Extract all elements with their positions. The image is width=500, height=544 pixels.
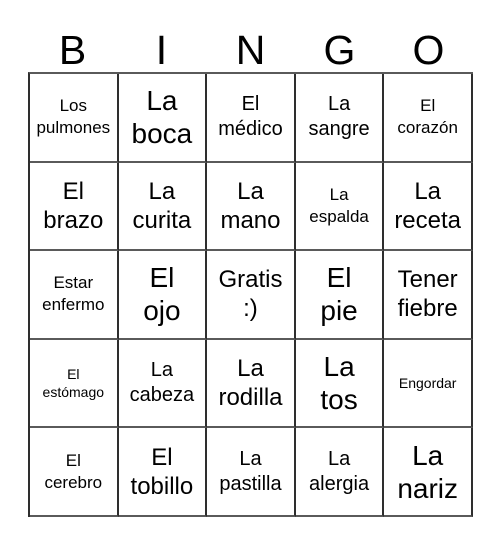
bingo-cell-line1: Estar bbox=[53, 273, 94, 293]
bingo-cell-line2: boca bbox=[131, 118, 193, 150]
bingo-cell-line1: La bbox=[148, 177, 176, 205]
bingo-cell-b3[interactable]: Estar enfermo bbox=[30, 251, 119, 340]
bingo-cell-g4[interactable]: La tos bbox=[295, 339, 385, 429]
bingo-cell-n1[interactable]: El médico bbox=[207, 74, 296, 163]
bingo-cell-line2: estómago bbox=[42, 384, 105, 401]
bingo-row: El cerebro El tobillo La pastilla La ale… bbox=[30, 428, 473, 517]
bingo-cell-line1: El bbox=[151, 443, 173, 471]
bingo-cell-line2: sangre bbox=[308, 118, 370, 141]
bingo-header-letter-b: B bbox=[58, 27, 87, 73]
bingo-cell-line2: rodilla bbox=[218, 384, 283, 412]
bingo-cell-b4[interactable]: El estómago bbox=[30, 339, 119, 429]
bingo-cell-line1: El bbox=[62, 177, 84, 205]
bingo-header-row: B I N G O bbox=[28, 20, 473, 72]
bingo-row: Los pulmones La boca El médico La sangre… bbox=[30, 74, 473, 163]
bingo-cell-b2[interactable]: El brazo bbox=[30, 162, 119, 252]
bingo-cell-line1: El bbox=[326, 262, 352, 294]
bingo-cell-line1: La bbox=[239, 447, 262, 470]
bingo-cell-line2: pulmones bbox=[36, 118, 111, 138]
bingo-cell-line1: La bbox=[237, 355, 264, 383]
bingo-cell-line2: brazo bbox=[43, 206, 104, 234]
bingo-cell-line1: El bbox=[65, 450, 81, 470]
bingo-cell-o5[interactable]: La nariz bbox=[384, 428, 473, 517]
bingo-cell-line1: La bbox=[237, 177, 264, 205]
bingo-cell-line2: tos bbox=[320, 384, 358, 416]
bingo-header-letter-g: G bbox=[323, 27, 356, 73]
bingo-cell-line1: La bbox=[146, 85, 178, 117]
bingo-row: Estar enfermo El ojo Gratis :) El pie Te… bbox=[30, 251, 473, 340]
bingo-cell-o4[interactable]: Engordar bbox=[384, 339, 473, 429]
bingo-cell-line1: Gratis bbox=[218, 266, 283, 294]
bingo-cell-b1[interactable]: Los pulmones bbox=[30, 74, 119, 163]
bingo-header-letter-i: I bbox=[155, 27, 168, 73]
bingo-cell-line2: fiebre bbox=[397, 295, 458, 323]
bingo-cell-line1: La bbox=[150, 359, 174, 382]
bingo-cell-n5[interactable]: La pastilla bbox=[207, 428, 296, 517]
bingo-cell-line2: alergia bbox=[309, 472, 370, 495]
bingo-cell-g5[interactable]: La alergia bbox=[295, 428, 385, 517]
bingo-cell-line2: curita bbox=[132, 206, 192, 234]
bingo-cell-line2: corazón bbox=[397, 118, 458, 138]
bingo-cell-n4[interactable]: La rodilla bbox=[207, 339, 296, 429]
bingo-cell-line1: El bbox=[67, 366, 80, 383]
bingo-cell-line2: mano bbox=[220, 206, 281, 234]
bingo-cell-line1: La bbox=[327, 93, 351, 116]
bingo-cell-i5[interactable]: El tobillo bbox=[118, 428, 208, 517]
bingo-row: El estómago La cabeza La rodilla La tos … bbox=[30, 339, 473, 429]
bingo-cell-line2: enfermo bbox=[42, 295, 105, 315]
bingo-cell-n3-free-space[interactable]: Gratis :) bbox=[207, 251, 296, 340]
bingo-cell-line1: La bbox=[414, 177, 442, 205]
bingo-cell-g2[interactable]: La espalda bbox=[295, 162, 385, 252]
bingo-grid: Los pulmones La boca El médico La sangre… bbox=[28, 72, 473, 517]
bingo-header-letter-n: N bbox=[235, 27, 266, 73]
bingo-cell-line1: El bbox=[420, 96, 436, 116]
bingo-cell-line2: pastilla bbox=[219, 472, 282, 495]
bingo-header-letter-o: O bbox=[412, 27, 445, 73]
bingo-cell-line1: La bbox=[412, 439, 444, 471]
bingo-cell-o1[interactable]: El corazón bbox=[384, 74, 473, 163]
bingo-cell-i2[interactable]: La curita bbox=[118, 162, 208, 252]
bingo-cell-line2: nariz bbox=[397, 472, 459, 504]
bingo-cell-o3[interactable]: Tener fiebre bbox=[384, 251, 473, 340]
bingo-cell-i1[interactable]: La boca bbox=[118, 74, 208, 163]
bingo-cell-line2: espalda bbox=[309, 206, 369, 226]
bingo-cell-n2[interactable]: La mano bbox=[207, 162, 296, 252]
bingo-cell-i3[interactable]: El ojo bbox=[118, 251, 208, 340]
bingo-cell-line1: El bbox=[149, 262, 175, 294]
bingo-cell-line2: tobillo bbox=[130, 472, 194, 500]
bingo-cell-line1: Tener bbox=[397, 266, 458, 294]
bingo-cell-g3[interactable]: El pie bbox=[295, 251, 385, 340]
bingo-cell-line2: :) bbox=[243, 295, 258, 323]
bingo-cell-line1: El bbox=[241, 93, 260, 116]
bingo-row: El brazo La curita La mano La espalda La… bbox=[30, 162, 473, 252]
bingo-cell-i4[interactable]: La cabeza bbox=[118, 339, 208, 429]
bingo-cell-line1: Los bbox=[59, 96, 87, 116]
bingo-cell-line2: médico bbox=[218, 118, 283, 141]
bingo-cell-b5[interactable]: El cerebro bbox=[30, 428, 119, 517]
bingo-cell-line1: La bbox=[329, 184, 349, 204]
bingo-cell-line2: cerebro bbox=[44, 472, 103, 492]
bingo-cell-line1: La bbox=[323, 351, 355, 383]
bingo-cell-line2: pie bbox=[320, 295, 358, 327]
bingo-cell-line2: cabeza bbox=[129, 384, 195, 407]
bingo-cell-g1[interactable]: La sangre bbox=[295, 74, 385, 163]
bingo-cell-line2: receta bbox=[394, 206, 462, 234]
bingo-cell-line1: Engordar bbox=[398, 375, 457, 392]
bingo-card: B I N G O Los pulmones La boca El médico… bbox=[0, 0, 500, 544]
bingo-cell-line1: La bbox=[327, 447, 351, 470]
bingo-cell-o2[interactable]: La receta bbox=[384, 162, 473, 252]
bingo-cell-line2: ojo bbox=[143, 295, 181, 327]
